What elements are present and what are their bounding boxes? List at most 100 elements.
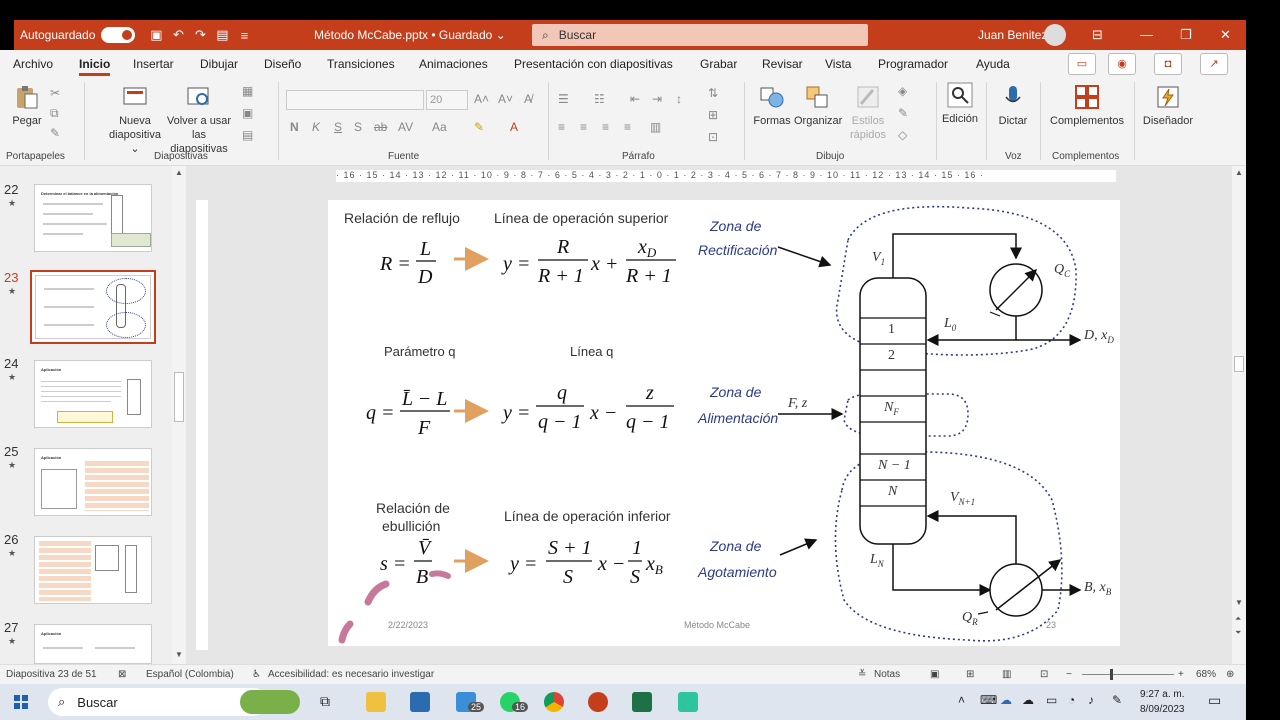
zoom-in-icon[interactable]: + [1178, 669, 1184, 680]
slide-thumbnail-24[interactable]: Aplicación [34, 360, 152, 428]
addins-button[interactable]: Complementos [1046, 84, 1128, 128]
save-icon[interactable]: ▣ [145, 27, 167, 43]
zoom-slider-thumb[interactable] [1110, 669, 1113, 680]
normal-view-icon[interactable]: ▣ [930, 669, 939, 680]
present-icon[interactable]: ▤ [211, 27, 233, 43]
sorter-view-icon[interactable]: ⊞ [966, 669, 974, 680]
close-icon[interactable]: ✕ [1220, 27, 1231, 43]
underline-icon[interactable]: S [334, 120, 342, 134]
tray-device-icon[interactable]: ⌨ [980, 693, 997, 707]
align-text-icon[interactable]: ⊞ [708, 108, 718, 122]
app-icon[interactable] [678, 692, 698, 712]
chrome-icon[interactable] [544, 692, 564, 712]
shapes-button[interactable]: Formas [752, 84, 792, 128]
spacing-icon[interactable]: AV [398, 120, 413, 134]
copy-icon[interactable]: ⧉ [50, 106, 59, 121]
shape-fill-icon[interactable]: ◈ [898, 84, 907, 98]
tab-archivo[interactable]: Archivo [13, 57, 53, 71]
editor-scrollbar[interactable]: ▲ ▼ ⏶ ⏷ [1232, 166, 1246, 664]
layout-icon[interactable]: ▦ [242, 84, 253, 98]
smartart-icon[interactable]: ⊡ [708, 130, 718, 144]
arrange-button[interactable]: Organizar [794, 84, 842, 128]
tray-cloud-icon[interactable]: ☁ [1022, 693, 1034, 707]
zoom-out-icon[interactable]: − [1066, 669, 1072, 680]
paste-button[interactable]: Pegar [10, 84, 44, 128]
share-icon[interactable]: ↗ [1200, 53, 1228, 75]
zoom-slider[interactable] [1082, 674, 1174, 675]
align-right-icon[interactable]: ≡ [602, 120, 609, 134]
designer-button[interactable]: Diseñador [1140, 84, 1196, 128]
font-color-icon[interactable]: A [510, 120, 518, 134]
strikethrough-icon[interactable]: ab [374, 120, 387, 134]
slideshow-icon[interactable]: ⊡ [1040, 669, 1048, 680]
powerpoint-icon[interactable] [588, 692, 608, 712]
language[interactable]: Español (Colombia) [146, 669, 234, 680]
align-left-icon[interactable]: ≡ [558, 120, 565, 134]
autosave-toggle[interactable] [101, 27, 136, 43]
scroll-thumb[interactable] [1234, 356, 1244, 372]
redo-icon[interactable]: ↷ [189, 27, 211, 43]
shape-effects-icon[interactable]: ◇ [898, 128, 907, 142]
tab-revisar[interactable]: Revisar [762, 57, 803, 71]
search-highlight-icon[interactable] [240, 690, 300, 714]
ribbon-display-icon[interactable]: ⊟ [1092, 27, 1103, 43]
avatar[interactable] [1044, 24, 1066, 46]
maximize-icon[interactable]: ❐ [1180, 27, 1192, 43]
shape-outline-icon[interactable]: ✎ [898, 106, 908, 120]
font-name-input[interactable] [286, 90, 424, 110]
record-icon[interactable]: ◉ [1108, 53, 1136, 75]
minimize-icon[interactable]: — [1140, 27, 1153, 42]
volume-icon[interactable]: ♪ [1088, 693, 1094, 707]
excel-icon[interactable] [632, 692, 652, 712]
tab-vista[interactable]: Vista [825, 57, 851, 71]
undo-icon[interactable]: ↶ [167, 27, 189, 43]
customize-icon[interactable]: ≡ [233, 28, 255, 43]
user-name[interactable]: Juan Benitez [978, 28, 1047, 42]
decrease-indent-icon[interactable]: ⇤ [630, 92, 640, 106]
notes-button[interactable]: Notas [874, 669, 900, 680]
numbering-icon[interactable]: ☷ [594, 92, 605, 106]
tab-presentacion[interactable]: Presentación con diapositivas [514, 57, 673, 71]
scroll-down-icon[interactable]: ▼ [175, 650, 183, 659]
tab-transiciones[interactable]: Transiciones [327, 57, 395, 71]
slide-canvas[interactable]: R = L D y = R R + 1 x + xD R + 1 q = L̄ … [328, 200, 1120, 646]
windows-start-icon[interactable] [14, 695, 28, 709]
tab-inicio[interactable]: Inicio [79, 57, 111, 76]
reset-icon[interactable]: ▣ [242, 106, 253, 120]
justify-icon[interactable]: ≡ [624, 120, 631, 134]
increase-indent-icon[interactable]: ⇥ [652, 92, 662, 106]
clock[interactable]: 9:27 a. m. 8/09/2023 [1140, 687, 1185, 717]
reuse-slides-button[interactable]: Volver a usar las diapositivas [162, 84, 236, 156]
slide-thumbnail-26[interactable] [34, 536, 152, 604]
battery-icon[interactable]: ▭ [1046, 693, 1057, 707]
cut-icon[interactable]: ✂ [50, 86, 60, 100]
taskbar-search[interactable]: ⌕ Buscar [48, 688, 268, 716]
wifi-icon[interactable]: ◔ [1068, 693, 1075, 707]
slide-thumbnail-22[interactable]: Determinar el balance en la alimentación [34, 184, 152, 252]
italic-icon[interactable]: K [312, 120, 320, 134]
scroll-up-icon[interactable]: ▲ [175, 168, 183, 177]
task-view-icon[interactable]: ⧉ [320, 693, 330, 710]
onedrive-icon[interactable]: ☁ [1000, 693, 1012, 707]
dictate-button[interactable]: Dictar [994, 84, 1032, 128]
tab-insertar[interactable]: Insertar [133, 57, 174, 71]
format-painter-icon[interactable]: ✎ [50, 126, 60, 140]
spellcheck-icon[interactable]: ⊠ [118, 669, 126, 680]
case-icon[interactable]: Aa [432, 120, 447, 134]
clear-format-icon[interactable]: A̸ [524, 92, 532, 106]
bullets-icon[interactable]: ☰ [558, 92, 569, 106]
zoom-level[interactable]: 68% [1196, 669, 1216, 680]
quick-styles-button[interactable]: Estilos rápidos [842, 84, 894, 142]
notification-icon[interactable]: ▭ [1208, 692, 1221, 709]
notes-icon[interactable]: ≚ [858, 669, 866, 680]
reading-view-icon[interactable]: ▥ [1002, 669, 1011, 680]
next-slide-icon[interactable]: ⏷ [1235, 628, 1241, 638]
bold-icon[interactable]: N [290, 120, 299, 134]
tab-ayuda[interactable]: Ayuda [976, 57, 1010, 71]
text-direction-icon[interactable]: ⇅ [708, 86, 718, 100]
columns-icon[interactable]: ▥ [650, 120, 661, 134]
thumbnail-scrollbar[interactable]: ▲ ▼ [172, 166, 186, 664]
accessibility-icon[interactable]: ♿ [252, 669, 261, 680]
tab-grabar[interactable]: Grabar [700, 57, 737, 71]
tab-diseno[interactable]: Diseño [264, 57, 301, 71]
